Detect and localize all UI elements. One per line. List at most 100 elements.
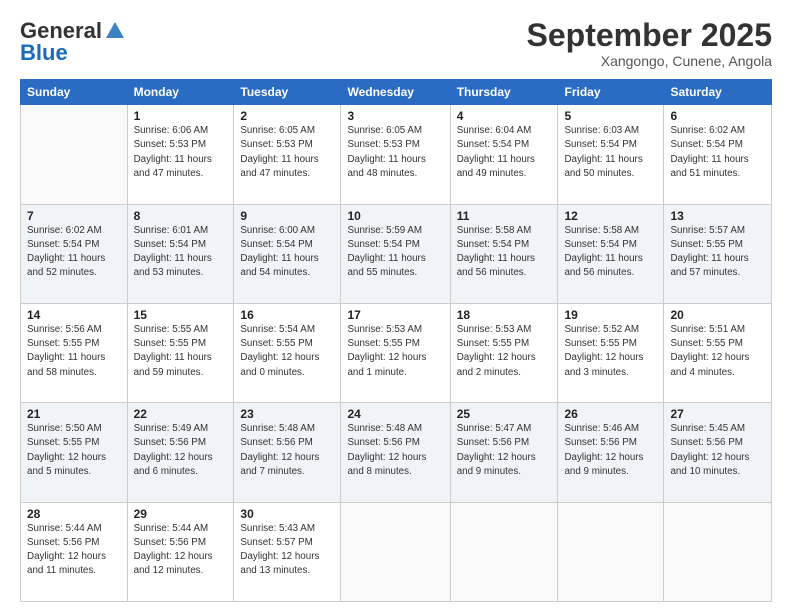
day-info: Sunrise: 5:47 AM Sunset: 5:56 PM Dayligh… [457, 422, 552, 479]
calendar-cell: 5Sunrise: 6:03 AM Sunset: 5:54 PM Daylig… [558, 105, 664, 204]
calendar-row-1: 1Sunrise: 6:06 AM Sunset: 5:53 PM Daylig… [21, 105, 772, 204]
day-info: Sunrise: 5:59 AM Sunset: 5:54 PM Dayligh… [347, 224, 443, 281]
calendar-cell: 19Sunrise: 5:52 AM Sunset: 5:55 PM Dayli… [558, 303, 664, 402]
calendar-cell: 13Sunrise: 5:57 AM Sunset: 5:55 PM Dayli… [664, 204, 772, 303]
calendar-table: Sunday Monday Tuesday Wednesday Thursday… [20, 79, 772, 602]
day-number: 12 [564, 209, 657, 223]
day-info: Sunrise: 6:05 AM Sunset: 5:53 PM Dayligh… [240, 124, 334, 181]
calendar-cell: 26Sunrise: 5:46 AM Sunset: 5:56 PM Dayli… [558, 403, 664, 502]
day-number: 24 [347, 407, 443, 421]
day-number: 7 [27, 209, 121, 223]
day-number: 19 [564, 308, 657, 322]
day-info: Sunrise: 5:58 AM Sunset: 5:54 PM Dayligh… [564, 224, 657, 281]
calendar-cell: 29Sunrise: 5:44 AM Sunset: 5:56 PM Dayli… [127, 502, 234, 601]
day-number: 4 [457, 109, 552, 123]
day-info: Sunrise: 6:03 AM Sunset: 5:54 PM Dayligh… [564, 124, 657, 181]
logo-blue: Blue [20, 40, 68, 66]
calendar-row-4: 21Sunrise: 5:50 AM Sunset: 5:55 PM Dayli… [21, 403, 772, 502]
day-number: 10 [347, 209, 443, 223]
day-info: Sunrise: 5:49 AM Sunset: 5:56 PM Dayligh… [134, 422, 228, 479]
day-info: Sunrise: 5:54 AM Sunset: 5:55 PM Dayligh… [240, 323, 334, 380]
day-number: 9 [240, 209, 334, 223]
calendar-cell: 16Sunrise: 5:54 AM Sunset: 5:55 PM Dayli… [234, 303, 341, 402]
month-title: September 2025 [527, 18, 772, 53]
day-info: Sunrise: 5:44 AM Sunset: 5:56 PM Dayligh… [27, 522, 121, 579]
calendar-cell: 22Sunrise: 5:49 AM Sunset: 5:56 PM Dayli… [127, 403, 234, 502]
calendar-cell: 4Sunrise: 6:04 AM Sunset: 5:54 PM Daylig… [450, 105, 558, 204]
day-number: 26 [564, 407, 657, 421]
day-info: Sunrise: 5:55 AM Sunset: 5:55 PM Dayligh… [134, 323, 228, 380]
day-info: Sunrise: 6:00 AM Sunset: 5:54 PM Dayligh… [240, 224, 334, 281]
day-info: Sunrise: 5:57 AM Sunset: 5:55 PM Dayligh… [670, 224, 765, 281]
day-info: Sunrise: 5:46 AM Sunset: 5:56 PM Dayligh… [564, 422, 657, 479]
calendar-cell: 6Sunrise: 6:02 AM Sunset: 5:54 PM Daylig… [664, 105, 772, 204]
header-sunday: Sunday [21, 80, 128, 105]
calendar-cell: 17Sunrise: 5:53 AM Sunset: 5:55 PM Dayli… [341, 303, 450, 402]
header-tuesday: Tuesday [234, 80, 341, 105]
day-number: 2 [240, 109, 334, 123]
calendar-cell [341, 502, 450, 601]
page: General Blue September 2025 Xangongo, Cu… [0, 0, 792, 612]
day-number: 13 [670, 209, 765, 223]
calendar-cell [450, 502, 558, 601]
calendar-cell: 18Sunrise: 5:53 AM Sunset: 5:55 PM Dayli… [450, 303, 558, 402]
calendar-cell: 1Sunrise: 6:06 AM Sunset: 5:53 PM Daylig… [127, 105, 234, 204]
calendar-row-3: 14Sunrise: 5:56 AM Sunset: 5:55 PM Dayli… [21, 303, 772, 402]
header-monday: Monday [127, 80, 234, 105]
calendar-cell [558, 502, 664, 601]
day-info: Sunrise: 6:04 AM Sunset: 5:54 PM Dayligh… [457, 124, 552, 181]
logo-icon [104, 20, 126, 42]
calendar-cell: 9Sunrise: 6:00 AM Sunset: 5:54 PM Daylig… [234, 204, 341, 303]
calendar-cell [664, 502, 772, 601]
calendar-cell: 20Sunrise: 5:51 AM Sunset: 5:55 PM Dayli… [664, 303, 772, 402]
day-info: Sunrise: 5:50 AM Sunset: 5:55 PM Dayligh… [27, 422, 121, 479]
day-info: Sunrise: 5:44 AM Sunset: 5:56 PM Dayligh… [134, 522, 228, 579]
day-number: 23 [240, 407, 334, 421]
day-number: 6 [670, 109, 765, 123]
calendar-cell: 15Sunrise: 5:55 AM Sunset: 5:55 PM Dayli… [127, 303, 234, 402]
calendar-cell: 7Sunrise: 6:02 AM Sunset: 5:54 PM Daylig… [21, 204, 128, 303]
day-info: Sunrise: 5:48 AM Sunset: 5:56 PM Dayligh… [240, 422, 334, 479]
calendar-row-2: 7Sunrise: 6:02 AM Sunset: 5:54 PM Daylig… [21, 204, 772, 303]
day-number: 27 [670, 407, 765, 421]
day-info: Sunrise: 5:58 AM Sunset: 5:54 PM Dayligh… [457, 224, 552, 281]
calendar-cell [21, 105, 128, 204]
calendar-cell: 24Sunrise: 5:48 AM Sunset: 5:56 PM Dayli… [341, 403, 450, 502]
header-saturday: Saturday [664, 80, 772, 105]
day-number: 18 [457, 308, 552, 322]
calendar-cell: 21Sunrise: 5:50 AM Sunset: 5:55 PM Dayli… [21, 403, 128, 502]
day-number: 21 [27, 407, 121, 421]
title-area: September 2025 Xangongo, Cunene, Angola [527, 18, 772, 69]
calendar-header-row: Sunday Monday Tuesday Wednesday Thursday… [21, 80, 772, 105]
calendar-cell: 12Sunrise: 5:58 AM Sunset: 5:54 PM Dayli… [558, 204, 664, 303]
day-number: 30 [240, 507, 334, 521]
calendar-cell: 8Sunrise: 6:01 AM Sunset: 5:54 PM Daylig… [127, 204, 234, 303]
day-info: Sunrise: 6:02 AM Sunset: 5:54 PM Dayligh… [670, 124, 765, 181]
day-number: 28 [27, 507, 121, 521]
day-number: 16 [240, 308, 334, 322]
day-number: 14 [27, 308, 121, 322]
day-info: Sunrise: 6:05 AM Sunset: 5:53 PM Dayligh… [347, 124, 443, 181]
header-thursday: Thursday [450, 80, 558, 105]
logo: General Blue [20, 18, 126, 66]
calendar-row-5: 28Sunrise: 5:44 AM Sunset: 5:56 PM Dayli… [21, 502, 772, 601]
header-friday: Friday [558, 80, 664, 105]
location: Xangongo, Cunene, Angola [527, 53, 772, 69]
day-number: 17 [347, 308, 443, 322]
calendar-cell: 3Sunrise: 6:05 AM Sunset: 5:53 PM Daylig… [341, 105, 450, 204]
calendar-cell: 2Sunrise: 6:05 AM Sunset: 5:53 PM Daylig… [234, 105, 341, 204]
header-wednesday: Wednesday [341, 80, 450, 105]
day-number: 1 [134, 109, 228, 123]
day-info: Sunrise: 5:51 AM Sunset: 5:55 PM Dayligh… [670, 323, 765, 380]
calendar-cell: 10Sunrise: 5:59 AM Sunset: 5:54 PM Dayli… [341, 204, 450, 303]
day-number: 20 [670, 308, 765, 322]
day-number: 15 [134, 308, 228, 322]
calendar-cell: 27Sunrise: 5:45 AM Sunset: 5:56 PM Dayli… [664, 403, 772, 502]
calendar-cell: 14Sunrise: 5:56 AM Sunset: 5:55 PM Dayli… [21, 303, 128, 402]
calendar-cell: 11Sunrise: 5:58 AM Sunset: 5:54 PM Dayli… [450, 204, 558, 303]
day-number: 29 [134, 507, 228, 521]
day-info: Sunrise: 5:48 AM Sunset: 5:56 PM Dayligh… [347, 422, 443, 479]
day-number: 25 [457, 407, 552, 421]
day-number: 5 [564, 109, 657, 123]
day-number: 3 [347, 109, 443, 123]
